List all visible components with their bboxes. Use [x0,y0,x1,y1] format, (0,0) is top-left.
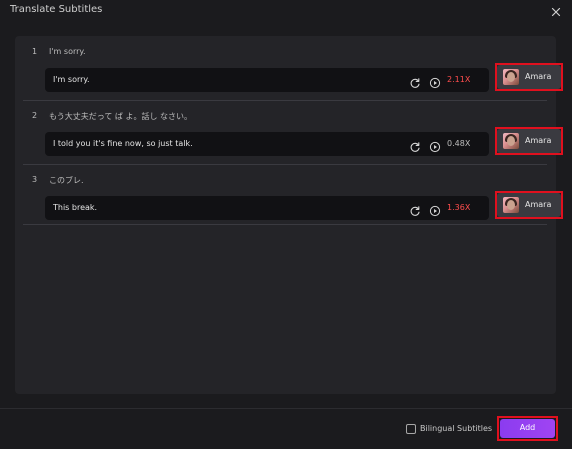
voice-select-button[interactable]: Amara [497,129,561,153]
subtitle-index: 1 [32,47,38,56]
close-icon[interactable] [550,3,562,17]
voice-name: Amara [525,200,552,209]
subtitles-panel: 1 I'm sorry. I'm sorry. 2.11X Amara 2 もう… [15,36,563,394]
refresh-icon[interactable] [409,138,421,152]
add-button[interactable]: Add [500,419,555,438]
translation-field[interactable]: I told you it's fine now, so just talk. … [45,132,489,156]
play-icon[interactable] [429,138,441,153]
bilingual-subtitles-label: Bilingual Subtitles [420,424,493,433]
translation-text[interactable]: This break. [53,203,97,212]
play-icon[interactable] [429,74,441,89]
avatar [503,197,519,213]
subtitle-index: 2 [32,111,38,120]
avatar [503,69,519,85]
subtitle-source-text: もう大丈夫だって ば よ。話し なさい。 [49,112,192,121]
speed-rate: 1.36X [447,203,471,212]
voice-select-button[interactable]: Amara [497,65,561,89]
avatar [503,133,519,149]
voice-name: Amara [525,72,552,81]
add-button-label: Add [519,423,536,432]
refresh-icon[interactable] [409,74,421,88]
voice-select-button[interactable]: Amara [497,193,561,217]
translation-field[interactable]: This break. 1.36X [45,196,489,220]
refresh-icon[interactable] [409,202,421,216]
translation-text[interactable]: I'm sorry. [53,75,90,84]
bilingual-subtitles-checkbox[interactable] [406,424,416,434]
subtitle-index: 3 [32,175,38,184]
speed-rate: 2.11X [447,75,471,84]
play-icon[interactable] [429,202,441,217]
title-bar: Translate Subtitles [0,0,572,22]
subtitle-row: 1 I'm sorry. I'm sorry. 2.11X Amara [23,36,563,101]
subtitle-row: 2 もう大丈夫だって ば よ。話し なさい。 I told you it's f… [23,100,563,165]
subtitle-source-text: このブレ. [49,176,84,185]
speed-rate: 0.48X [447,139,471,148]
voice-name: Amara [525,136,552,145]
footer-divider [0,408,572,409]
avatar-face [507,136,515,146]
window-title: Translate Subtitles [10,4,103,15]
subtitle-source-text: I'm sorry. [49,47,86,56]
avatar-face [507,200,515,210]
translation-text[interactable]: I told you it's fine now, so just talk. [53,139,193,148]
translation-field[interactable]: I'm sorry. 2.11X [45,68,489,92]
avatar-face [507,72,515,82]
subtitle-row: 3 このブレ. This break. 1.36X Amara [23,164,563,225]
